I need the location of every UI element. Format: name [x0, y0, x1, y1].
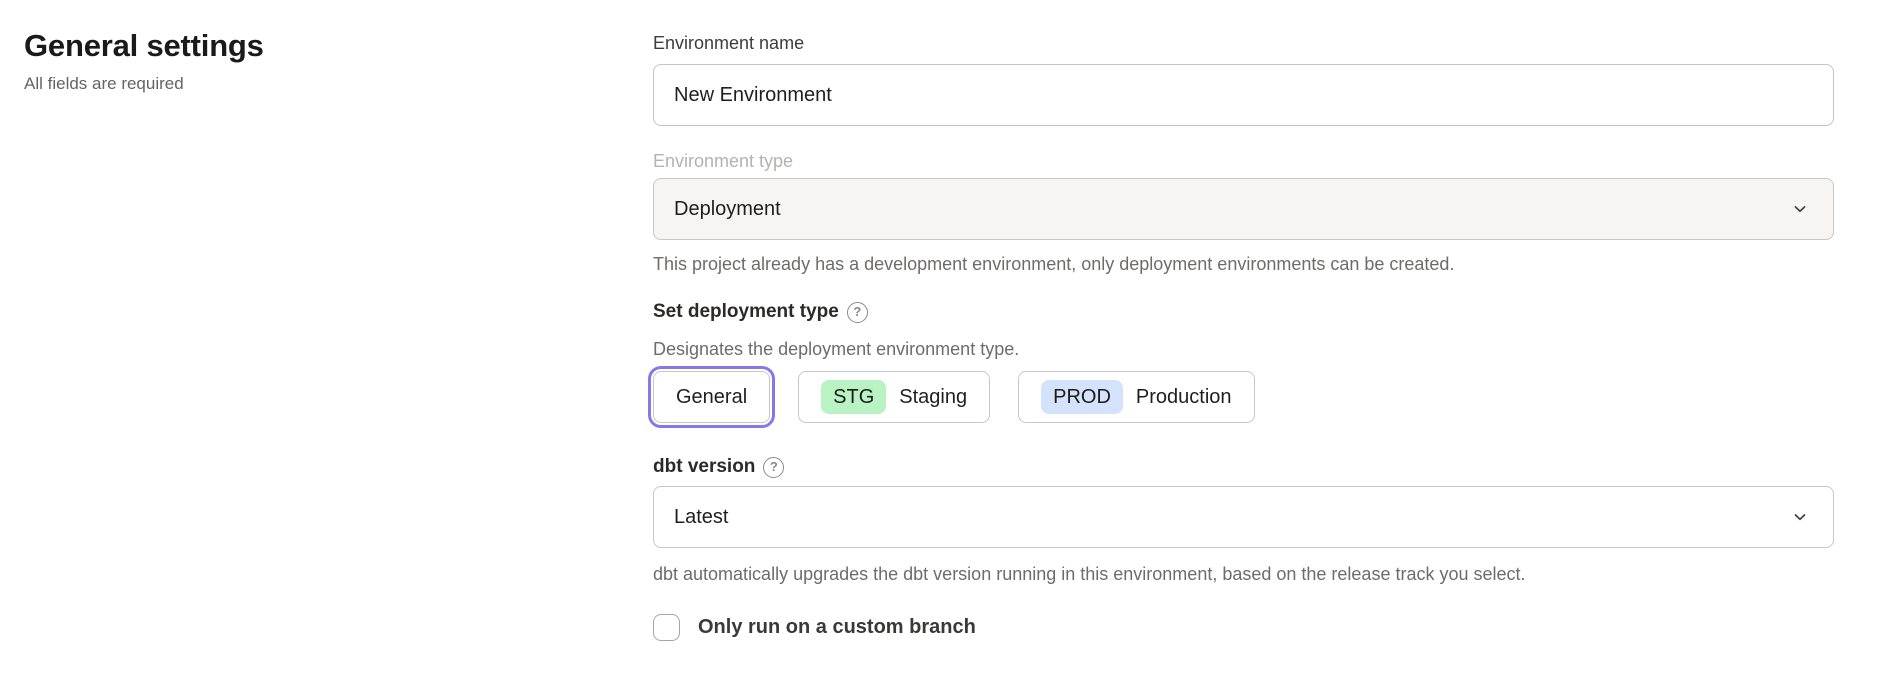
general-settings-page: General settings All fields are required… — [0, 0, 1890, 641]
environment-name-label: Environment name — [653, 30, 1834, 56]
chevron-down-icon — [1791, 508, 1809, 526]
help-icon[interactable]: ? — [763, 457, 784, 478]
chevron-down-icon — [1791, 200, 1809, 218]
deployment-type-staging-button[interactable]: STG Staging — [798, 371, 990, 423]
deployment-type-general-button[interactable]: General — [653, 371, 770, 423]
deployment-type-production-button[interactable]: PROD Production — [1018, 371, 1254, 423]
environment-type-helper-text: This project already has a development e… — [653, 251, 1834, 277]
staging-badge: STG — [821, 380, 886, 414]
environment-type-label: Environment type — [653, 148, 1834, 174]
dbt-version-selected-value: Latest — [674, 506, 1791, 529]
dbt-version-label: dbt version — [653, 454, 755, 480]
deployment-type-production-label: Production — [1136, 387, 1232, 407]
environment-type-select[interactable]: Deployment — [653, 178, 1834, 240]
deployment-type-staging-label: Staging — [899, 387, 967, 407]
help-icon[interactable]: ? — [847, 302, 868, 323]
dbt-version-section-label: dbt version ? — [653, 454, 1834, 480]
custom-branch-row: Only run on a custom branch — [653, 614, 1834, 641]
dbt-version-helper-text: dbt automatically upgrades the dbt versi… — [653, 561, 1834, 587]
page-subtitle: All fields are required — [24, 73, 653, 95]
deployment-type-general-label: General — [676, 387, 747, 407]
environment-name-input[interactable] — [653, 64, 1834, 126]
custom-branch-checkbox[interactable] — [653, 614, 680, 641]
settings-intro-panel: General settings All fields are required — [0, 0, 653, 641]
deployment-type-label: Set deployment type — [653, 299, 839, 325]
page-title: General settings — [24, 28, 653, 64]
deployment-type-helper-text: Designates the deployment environment ty… — [653, 336, 1834, 362]
deployment-type-options: General STG Staging PROD Production — [653, 371, 1834, 423]
custom-branch-label: Only run on a custom branch — [698, 616, 976, 639]
environment-type-selected-value: Deployment — [674, 198, 1791, 221]
deployment-type-section-label: Set deployment type ? — [653, 299, 1834, 325]
production-badge: PROD — [1041, 380, 1123, 414]
environment-settings-form: Environment name Environment type Deploy… — [653, 0, 1834, 641]
dbt-version-select[interactable]: Latest — [653, 486, 1834, 548]
